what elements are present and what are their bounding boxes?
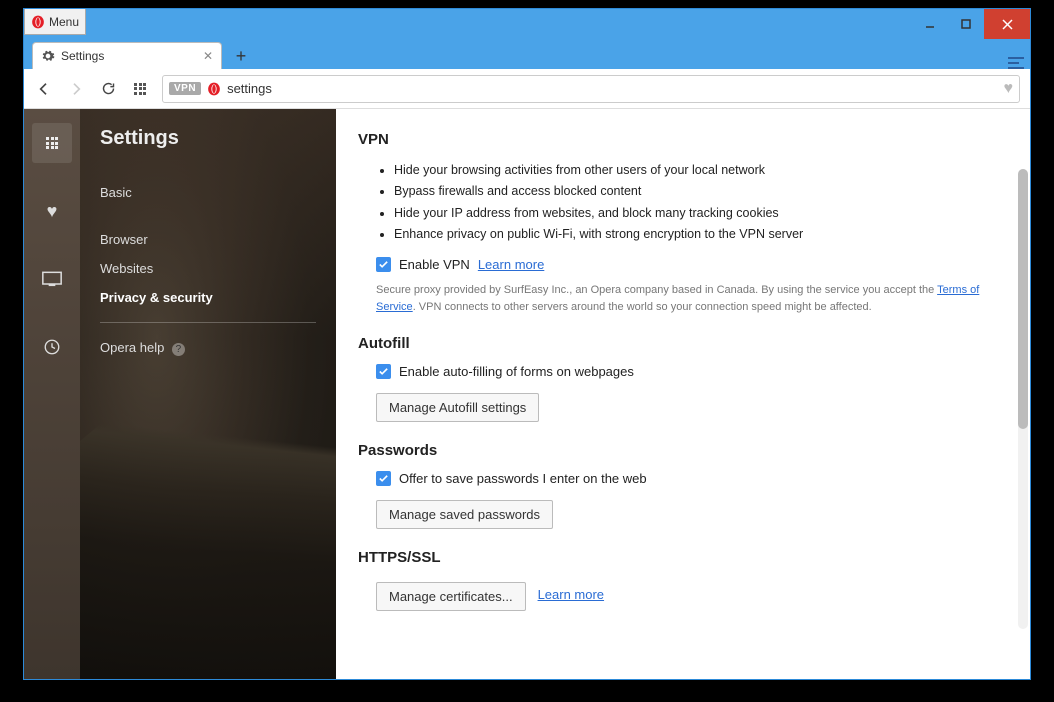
manage-passwords-button[interactable]: Manage saved passwords	[376, 500, 553, 529]
minimize-icon	[925, 19, 935, 29]
enable-autofill-checkbox[interactable]	[376, 364, 391, 379]
app-menu-label: Menu	[49, 15, 79, 29]
app-menu-button[interactable]: Menu	[24, 9, 86, 35]
nav-item-websites[interactable]: Websites	[100, 254, 316, 283]
vpn-bullet: Hide your IP address from websites, and …	[394, 203, 1000, 224]
close-window-button[interactable]	[984, 9, 1030, 39]
close-icon	[1002, 19, 1013, 30]
manage-autofill-button[interactable]: Manage Autofill settings	[376, 393, 539, 422]
nav-help-label: Opera help	[100, 340, 164, 355]
enable-vpn-label: Enable VPN	[399, 257, 470, 272]
rail-personal-news[interactable]	[32, 259, 72, 299]
tab-close-button[interactable]: ✕	[203, 49, 213, 63]
save-passwords-label: Offer to save passwords I enter on the w…	[399, 471, 647, 486]
maximize-icon	[961, 19, 971, 29]
https-heading: HTTPS/SSL	[358, 549, 1000, 566]
vpn-bullet: Enhance privacy on public Wi-Fi, with st…	[394, 224, 1000, 245]
scrollbar-thumb[interactable]	[1018, 169, 1028, 429]
enable-vpn-checkbox[interactable]	[376, 257, 391, 272]
news-icon	[42, 271, 62, 287]
icon-rail: ♥	[24, 109, 80, 679]
maximize-button[interactable]	[948, 9, 984, 39]
opera-logo-icon	[31, 15, 45, 29]
vpn-feature-list: Hide your browsing activities from other…	[358, 160, 1000, 245]
nav-separator	[100, 322, 316, 323]
settings-nav-panel: Settings Basic Browser Websites Privacy …	[80, 109, 336, 679]
check-icon	[378, 473, 389, 484]
help-icon: ?	[172, 343, 185, 356]
vpn-fineprint-b: . VPN connects to other servers around t…	[413, 301, 872, 313]
browser-window: Menu Settings ✕ + VPN ♥	[23, 8, 1031, 680]
settings-main-pane: VPN Hide your browsing activities from o…	[336, 109, 1030, 679]
clock-icon	[43, 338, 61, 356]
speed-dial-button[interactable]	[130, 79, 150, 99]
vpn-bullet: Bypass firewalls and access blocked cont…	[394, 181, 1000, 202]
passwords-heading: Passwords	[358, 442, 1000, 459]
reload-button[interactable]	[98, 79, 118, 99]
address-input[interactable]	[227, 81, 997, 96]
forward-icon	[68, 81, 84, 97]
check-icon	[378, 259, 389, 270]
enable-autofill-label: Enable auto-filling of forms on webpages	[399, 364, 634, 379]
vpn-heading: VPN	[358, 131, 1000, 148]
heart-icon: ♥	[47, 201, 58, 222]
tab-strip: Settings ✕ +	[24, 39, 1030, 69]
bookmark-heart-icon[interactable]: ♥	[1004, 80, 1014, 98]
check-icon	[378, 366, 389, 377]
nav-item-basic[interactable]: Basic	[100, 178, 316, 207]
reload-icon	[101, 81, 116, 96]
easy-setup-button[interactable]	[1002, 57, 1030, 69]
forward-button[interactable]	[66, 79, 86, 99]
autofill-heading: Autofill	[358, 335, 1000, 352]
back-button[interactable]	[34, 79, 54, 99]
https-learn-more-link[interactable]: Learn more	[538, 587, 604, 602]
speed-dial-icon	[134, 83, 146, 95]
window-controls	[912, 9, 1030, 39]
content-area: ♥ Settings Basic Browser Websites Privac…	[24, 109, 1030, 679]
rail-bookmarks[interactable]: ♥	[32, 191, 72, 231]
nav-item-help[interactable]: Opera help ?	[100, 333, 316, 363]
address-bar[interactable]: VPN ♥	[162, 75, 1020, 103]
rail-history[interactable]	[32, 327, 72, 367]
tab-settings[interactable]: Settings ✕	[32, 42, 222, 69]
settings-title: Settings	[100, 127, 316, 150]
nav-item-browser[interactable]: Browser	[100, 225, 316, 254]
vpn-fineprint-a: Secure proxy provided by SurfEasy Inc., …	[376, 284, 937, 296]
manage-certificates-button[interactable]: Manage certificates...	[376, 582, 526, 611]
vpn-bullet: Hide your browsing activities from other…	[394, 160, 1000, 181]
vpn-learn-more-link[interactable]: Learn more	[478, 257, 544, 272]
back-icon	[36, 81, 52, 97]
opera-logo-icon	[207, 82, 221, 96]
navigation-toolbar: VPN ♥	[24, 69, 1030, 109]
tab-label: Settings	[61, 49, 104, 63]
save-passwords-checkbox[interactable]	[376, 471, 391, 486]
new-tab-button[interactable]: +	[228, 43, 254, 69]
easy-setup-icon	[1008, 57, 1024, 69]
titlebar: Menu	[24, 9, 1030, 39]
vpn-fineprint: Secure proxy provided by SurfEasy Inc., …	[376, 282, 1000, 315]
gear-icon	[41, 49, 55, 63]
grid-icon	[46, 137, 58, 149]
vpn-badge[interactable]: VPN	[169, 82, 201, 95]
rail-speed-dial[interactable]	[32, 123, 72, 163]
nav-item-privacy-security[interactable]: Privacy & security	[100, 283, 316, 312]
minimize-button[interactable]	[912, 9, 948, 39]
